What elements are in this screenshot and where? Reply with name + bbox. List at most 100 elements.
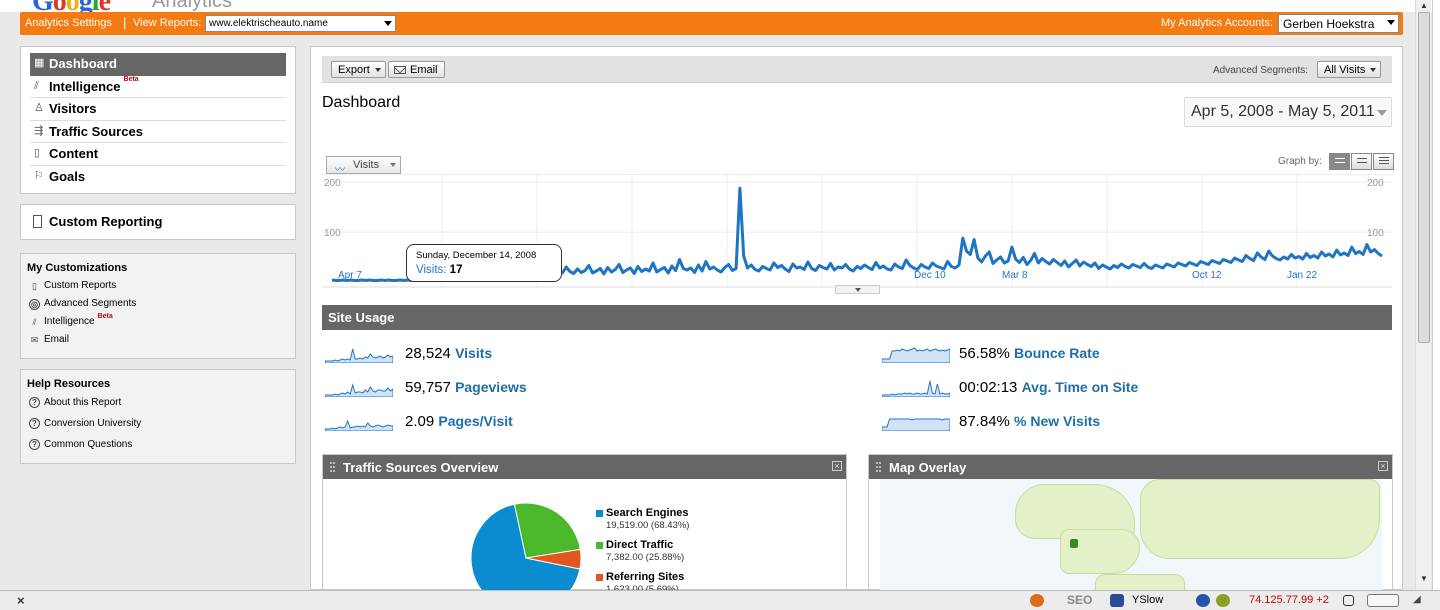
- conversion-university-link[interactable]: ? Conversion University: [27, 416, 289, 437]
- metric-label[interactable]: Pages/Visit: [438, 413, 512, 429]
- google-analytics-logo[interactable]: Google: [32, 0, 111, 12]
- metric-pageviews[interactable]: 59,757 Pageviews: [325, 377, 625, 401]
- sidebar-item-goals[interactable]: ⚐ Goals: [30, 166, 286, 189]
- segments-icon: ◎: [29, 299, 40, 310]
- week-icon: [1357, 162, 1367, 163]
- metric-selector-value: Visits: [353, 159, 380, 171]
- dashboard-icon: ▦: [34, 57, 45, 69]
- map-land-region: [1060, 529, 1140, 574]
- intelligence-link[interactable]: ⫽ Intelligence Beta: [27, 313, 289, 333]
- site-select-value: www.elektrischeauto.name: [209, 18, 328, 29]
- legend-search-engines[interactable]: Search Engines 19,519.00 (68.43%): [596, 507, 689, 531]
- sidebar-item-content[interactable]: ▯ Content: [30, 143, 286, 166]
- account-select[interactable]: Gerben Hoekstra: [1278, 14, 1399, 33]
- drag-handle-icon[interactable]: [330, 462, 335, 472]
- scroll-thumb[interactable]: [1418, 12, 1430, 343]
- yslow-button[interactable]: YSlow: [1132, 594, 1163, 606]
- map-highlight-netherlands[interactable]: [1070, 539, 1078, 548]
- gear-icon[interactable]: [1216, 594, 1230, 607]
- common-questions-link[interactable]: ? Common Questions: [27, 437, 289, 458]
- graph-by-week-button[interactable]: [1351, 153, 1372, 170]
- metric-avg-time[interactable]: 00:02:13 Avg. Time on Site: [882, 377, 1202, 401]
- yslow-icon[interactable]: [1110, 594, 1124, 607]
- page-icon[interactable]: [1343, 595, 1354, 606]
- vertical-scrollbar[interactable]: ▲ ▼: [1415, 0, 1431, 590]
- analytics-settings-link[interactable]: Analytics Settings: [25, 17, 112, 29]
- drag-handle-icon[interactable]: [876, 462, 881, 472]
- sidebar-item-visitors[interactable]: ♙ Visitors: [30, 98, 286, 121]
- graph-by-day-button[interactable]: [1329, 153, 1350, 170]
- email-button[interactable]: Email: [388, 61, 445, 78]
- chart-collapse-handle[interactable]: [835, 285, 880, 294]
- x-tick-label: Jan 22: [1287, 270, 1317, 281]
- tooltip-value: 17: [449, 264, 463, 276]
- graph-by-month-button[interactable]: [1373, 153, 1394, 170]
- map-overlay-widget: Map Overlay ×: [868, 454, 1393, 594]
- metric-label[interactable]: Avg. Time on Site: [1022, 379, 1139, 395]
- export-button[interactable]: Export: [331, 61, 386, 78]
- browser-status-bar: × SEO YSlow 74.125.77.99 +2 ◢: [0, 590, 1440, 610]
- x-tick-label: Apr 7: [338, 270, 362, 281]
- close-icon[interactable]: ×: [17, 593, 25, 608]
- chevron-down-icon: [1370, 68, 1376, 72]
- close-icon[interactable]: ×: [1378, 461, 1388, 471]
- help-resources-panel: Help Resources ? About this Report ? Con…: [20, 369, 296, 464]
- metric-label[interactable]: % New Visits: [1014, 413, 1100, 429]
- metric-label[interactable]: Bounce Rate: [1014, 345, 1100, 361]
- widget-header[interactable]: Map Overlay ×: [869, 455, 1392, 479]
- email-label: Email: [410, 64, 438, 76]
- metric-pages-per-visit[interactable]: 2.09 Pages/Visit: [325, 411, 625, 435]
- sparkline: [882, 380, 950, 397]
- scroll-up-arrow-icon[interactable]: ▲: [1420, 1, 1428, 10]
- widget-header[interactable]: Traffic Sources Overview ×: [323, 455, 846, 479]
- chevron-down-icon: [1377, 110, 1387, 116]
- legend-name: Search Engines: [606, 507, 689, 519]
- report-icon: [33, 215, 42, 228]
- metric-selector[interactable]: 〰 Visits: [326, 156, 401, 176]
- site-select[interactable]: www.elektrischeauto.name: [205, 15, 396, 32]
- legend-direct-traffic[interactable]: Direct Traffic 7,382.00 (25.88%): [596, 539, 684, 563]
- legend-swatch: [596, 574, 603, 581]
- date-range-picker[interactable]: Apr 5, 2008 - May 5, 2011: [1184, 97, 1392, 127]
- legend-swatch: [596, 510, 603, 517]
- export-label: Export: [338, 64, 370, 76]
- about-report-link[interactable]: ? About this Report: [27, 395, 289, 416]
- sparkline-path: [325, 348, 393, 363]
- sidebar-item-traffic-sources[interactable]: ⇶ Traffic Sources: [30, 121, 286, 143]
- custom-reporting-link[interactable]: Custom Reporting: [20, 204, 296, 240]
- metric-new-visits[interactable]: 87.84% % New Visits: [882, 411, 1202, 435]
- seo-toolbar-button[interactable]: SEO: [1067, 593, 1092, 607]
- advanced-segments-select[interactable]: All Visits: [1317, 61, 1381, 78]
- my-customizations-panel: My Customizations ▯ Custom Reports ◎ Adv…: [20, 253, 296, 359]
- metric-number: 87.84%: [959, 413, 1010, 430]
- y-tick-label-left: 100: [324, 228, 341, 239]
- link-label: Common Questions: [44, 439, 133, 450]
- metric-bounce-rate[interactable]: 56.58% Bounce Rate: [882, 343, 1202, 367]
- ip-address-indicator[interactable]: 74.125.77.99 +2: [1249, 594, 1329, 606]
- metric-value: 87.84% % New Visits: [959, 413, 1100, 430]
- metric-label[interactable]: Visits: [455, 345, 492, 361]
- custom-reports-link[interactable]: ▯ Custom Reports: [27, 279, 289, 297]
- link-label: Conversion University: [44, 418, 142, 429]
- legend-swatch: [596, 542, 603, 549]
- firebug-icon[interactable]: [1030, 594, 1044, 607]
- close-icon[interactable]: ×: [832, 461, 842, 471]
- metric-visits[interactable]: 28,524 Visits: [325, 343, 625, 367]
- chevron-down-icon: [390, 163, 396, 167]
- scroll-down-arrow-icon[interactable]: ▼: [1420, 574, 1428, 583]
- zoom-select[interactable]: [1367, 594, 1399, 607]
- envelope-icon: ✉: [30, 335, 39, 345]
- sidebar-item-dashboard[interactable]: ▦ Dashboard: [30, 53, 286, 76]
- tooltip-date: Sunday, December 14, 2008: [416, 250, 537, 261]
- advanced-segments-link[interactable]: ◎ Advanced Segments: [27, 297, 289, 315]
- email-link[interactable]: ✉ Email: [27, 333, 289, 351]
- map-land-region: [1140, 479, 1380, 559]
- world-map[interactable]: [880, 479, 1382, 593]
- addon-icon[interactable]: [1196, 594, 1210, 607]
- metric-number: 2.09: [405, 413, 435, 430]
- sidebar-item-intelligence[interactable]: ⫽ Intelligence Beta: [30, 76, 286, 98]
- legend-name: Referring Sites: [606, 571, 685, 583]
- legend-detail: 19,519.00 (68.43%): [606, 520, 690, 531]
- report-toolbar: Export Email Advanced Segments: All Visi…: [322, 56, 1392, 83]
- metric-label[interactable]: Pageviews: [455, 379, 527, 395]
